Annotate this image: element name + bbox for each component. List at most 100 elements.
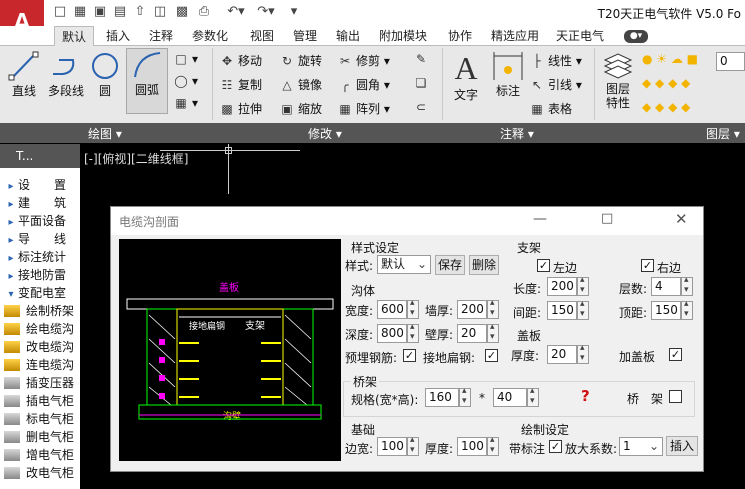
- top-distance-input[interactable]: 150: [651, 301, 681, 320]
- layer-group-label[interactable]: 图层 ▾: [706, 125, 740, 142]
- current-layer-dropdown[interactable]: 0: [716, 52, 745, 71]
- wall-thickness-input[interactable]: 200: [457, 300, 487, 319]
- hatch-tool[interactable]: ▦ ▾: [174, 96, 198, 110]
- mirror-button[interactable]: △ 镜像: [280, 76, 322, 93]
- tab-4[interactable]: 参数化: [184, 26, 236, 46]
- wall-thickness-spinner[interactable]: [487, 298, 499, 319]
- scale-button[interactable]: ▣ 缩放: [280, 100, 322, 117]
- tab-3[interactable]: 注释: [142, 26, 180, 46]
- side-thickness-spinner[interactable]: [487, 322, 499, 343]
- with-annotation-checkbox[interactable]: ✓: [549, 440, 562, 453]
- tray-height-spinner[interactable]: [527, 386, 539, 407]
- modify-group-label[interactable]: 修改 ▾: [308, 125, 342, 142]
- tab-7[interactable]: 输出: [328, 26, 368, 46]
- insert-button[interactable]: 插入: [666, 436, 698, 456]
- offset-tool[interactable]: ⊂: [414, 100, 432, 114]
- layer-properties-button[interactable]: 图层特性: [600, 50, 636, 110]
- width-spinner[interactable]: [407, 298, 419, 319]
- tab-5[interactable]: 视图: [242, 26, 282, 46]
- close-icon[interactable]: ✕: [675, 210, 688, 228]
- delete-style-button[interactable]: 删除: [469, 255, 499, 275]
- ribbon-options-icon[interactable]: ●▾: [624, 30, 648, 43]
- width-input[interactable]: 600: [377, 300, 407, 319]
- viewport-controls[interactable]: [-][俯视][二维线框]: [84, 150, 188, 167]
- sidebar-item[interactable]: 插变压器: [0, 374, 80, 392]
- arc-button[interactable]: 圆弧: [126, 48, 168, 114]
- tab-10[interactable]: 精选应用: [484, 26, 546, 46]
- print-icon[interactable]: ⎙: [196, 4, 212, 20]
- tab-11[interactable]: 天正电气: [550, 26, 610, 46]
- sidebar-item[interactable]: 连电缆沟: [0, 356, 80, 374]
- sidebar-item[interactable]: 标电气柜: [0, 410, 80, 428]
- spacing-spinner[interactable]: [577, 299, 589, 320]
- new-file-icon[interactable]: □: [52, 4, 68, 20]
- depth-input[interactable]: 800: [377, 324, 407, 343]
- ellipse-tool[interactable]: ◯ ▾: [174, 74, 198, 88]
- rotate-button[interactable]: ↻ 旋转: [280, 52, 322, 69]
- erase-tool[interactable]: ✎: [414, 52, 432, 66]
- draw-group-label[interactable]: 绘图 ▾: [88, 125, 122, 142]
- style-select[interactable]: 默认 ⌄: [377, 255, 431, 274]
- layer-tools-row-1[interactable]: ◆ ◆ ◆ ◆: [642, 76, 690, 90]
- undo-icon[interactable]: ↶▾: [222, 4, 250, 20]
- sidebar-item[interactable]: 绘电缆沟: [0, 320, 80, 338]
- annotation-group-label[interactable]: 注释 ▾: [500, 125, 534, 142]
- top-distance-spinner[interactable]: [681, 299, 693, 320]
- save-as-icon[interactable]: ▤: [112, 4, 128, 20]
- side-thickness-input[interactable]: 20: [457, 324, 487, 343]
- tab-1[interactable]: 默认: [54, 26, 94, 46]
- export-icon[interactable]: ◫: [152, 4, 168, 20]
- scale-factor-select[interactable]: 1 ⌄: [619, 437, 663, 456]
- trim-button[interactable]: ✂ 修剪 ▾: [338, 52, 390, 69]
- base-thickness-spinner[interactable]: [487, 435, 499, 456]
- minimize-icon[interactable]: —: [533, 211, 547, 227]
- fillet-button[interactable]: ╭ 圆角 ▾: [338, 76, 389, 93]
- add-cover-checkbox[interactable]: ✓: [669, 348, 682, 361]
- tab-6[interactable]: 管理: [286, 26, 324, 46]
- sidebar-item[interactable]: 删电气柜: [0, 428, 80, 446]
- array-button[interactable]: ▦ 阵列 ▾: [338, 100, 390, 117]
- sidebar-item[interactable]: ▸ 设 置: [0, 176, 80, 194]
- tray-height-input[interactable]: 40: [493, 388, 527, 407]
- save-icon[interactable]: ▣: [92, 4, 108, 20]
- circle-button[interactable]: 圆: [88, 50, 122, 99]
- plot-icon[interactable]: ▩: [174, 4, 190, 20]
- cover-thickness-input[interactable]: 20: [547, 345, 577, 364]
- tab-9[interactable]: 协作: [440, 26, 480, 46]
- cover-thickness-spinner[interactable]: [577, 343, 589, 364]
- base-thickness-input[interactable]: 100: [457, 437, 487, 456]
- depth-spinner[interactable]: [407, 322, 419, 343]
- spacing-input[interactable]: 150: [547, 301, 577, 320]
- sidebar-item[interactable]: ▸ 接地防雷: [0, 266, 80, 284]
- copy-button[interactable]: ☷ 复制: [220, 76, 262, 93]
- tab-8[interactable]: 附加模块: [372, 26, 434, 46]
- sidebar-header[interactable]: T...: [0, 144, 80, 168]
- open-folder-icon[interactable]: ▦: [72, 4, 88, 20]
- linear-button[interactable]: ├ 线性 ▾: [530, 52, 581, 69]
- left-support-checkbox[interactable]: ✓: [537, 259, 550, 272]
- edge-width-input[interactable]: 100: [377, 437, 407, 456]
- leader-button[interactable]: ↖ 引线 ▾: [530, 76, 582, 93]
- help-icon[interactable]: ?: [581, 387, 590, 405]
- layers-spinner[interactable]: [681, 275, 693, 296]
- edge-width-spinner[interactable]: [407, 435, 419, 456]
- rectangle-tool[interactable]: □ ▾: [174, 52, 198, 66]
- text-button[interactable]: A 文字: [448, 50, 484, 103]
- sidebar-item[interactable]: ▸ 导 线: [0, 230, 80, 248]
- sidebar-item[interactable]: ▸ 建 筑: [0, 194, 80, 212]
- length-spinner[interactable]: [577, 275, 589, 296]
- sidebar-item[interactable]: 改电气柜: [0, 464, 80, 482]
- dimension-button[interactable]: 标注: [490, 50, 526, 99]
- sidebar-item[interactable]: 插电气柜: [0, 392, 80, 410]
- maximize-icon[interactable]: □: [601, 211, 613, 226]
- sidebar-item[interactable]: ▸ 标注统计: [0, 248, 80, 266]
- tab-2[interactable]: 插入: [98, 26, 138, 46]
- right-support-checkbox[interactable]: ✓: [641, 259, 654, 272]
- share-icon[interactable]: ⇧: [132, 4, 148, 20]
- tray-checkbox[interactable]: [669, 390, 682, 403]
- redo-icon[interactable]: ↷▾: [252, 4, 280, 20]
- layers-input[interactable]: 4: [651, 277, 681, 296]
- ground-flat-steel-checkbox[interactable]: ✓: [485, 349, 498, 362]
- tray-width-spinner[interactable]: [459, 386, 471, 407]
- customize-icon[interactable]: ▾: [286, 4, 302, 20]
